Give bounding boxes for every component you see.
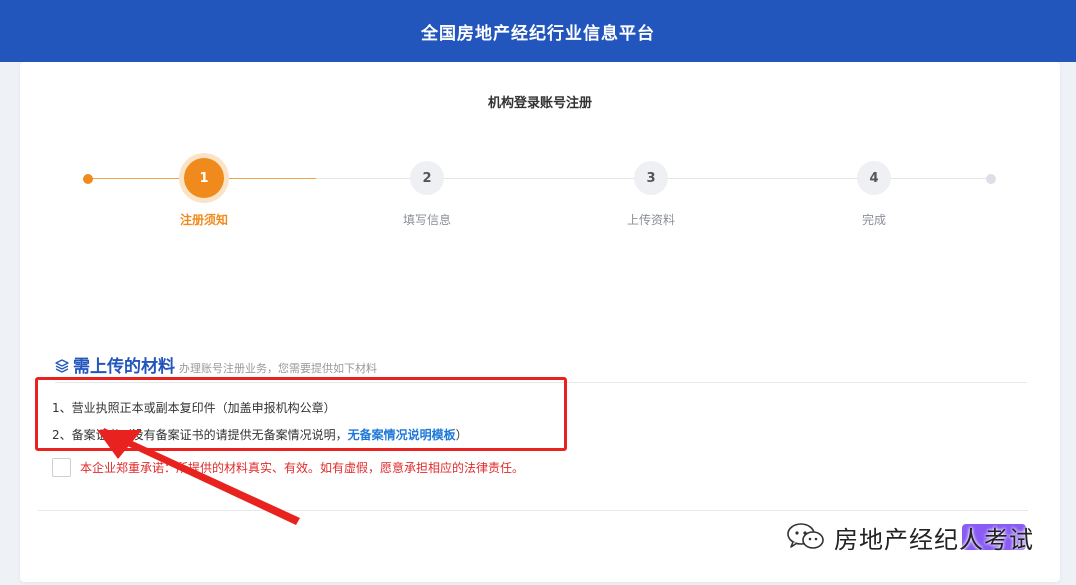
watermark-text: 房地产经纪人考试 <box>834 526 1034 554</box>
annotation-arrow <box>97 428 300 525</box>
wechat-icon <box>786 521 826 555</box>
watermark: 房地产经纪人考试 <box>786 520 1034 555</box>
